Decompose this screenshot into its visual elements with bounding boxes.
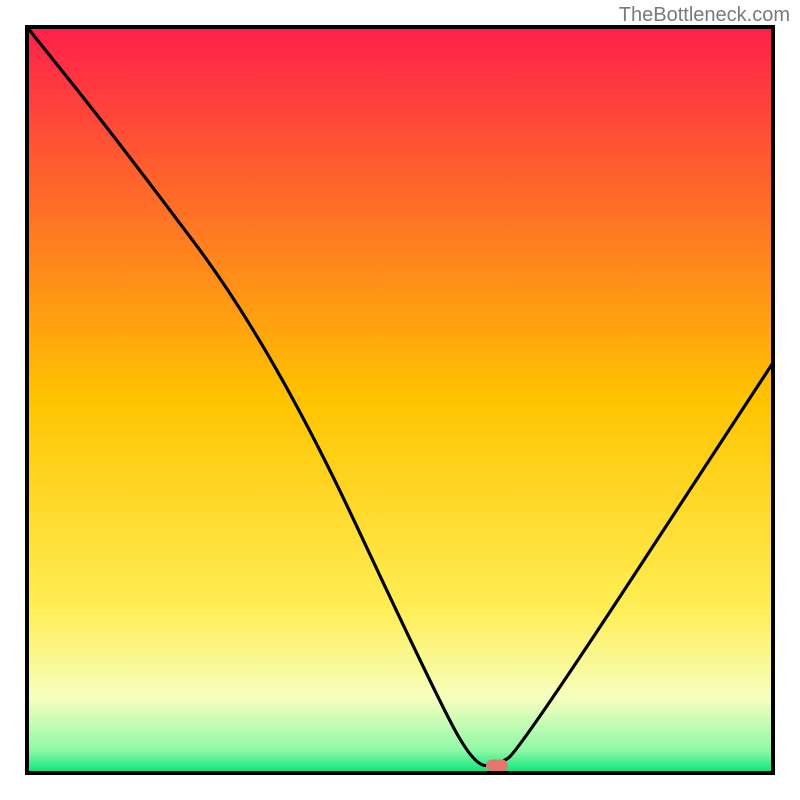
bottleneck-chart [0, 0, 800, 800]
chart-container: TheBottleneck.com [0, 0, 800, 800]
watermark-text: TheBottleneck.com [619, 4, 790, 27]
plot-background [27, 27, 773, 773]
optimal-marker [486, 760, 508, 772]
